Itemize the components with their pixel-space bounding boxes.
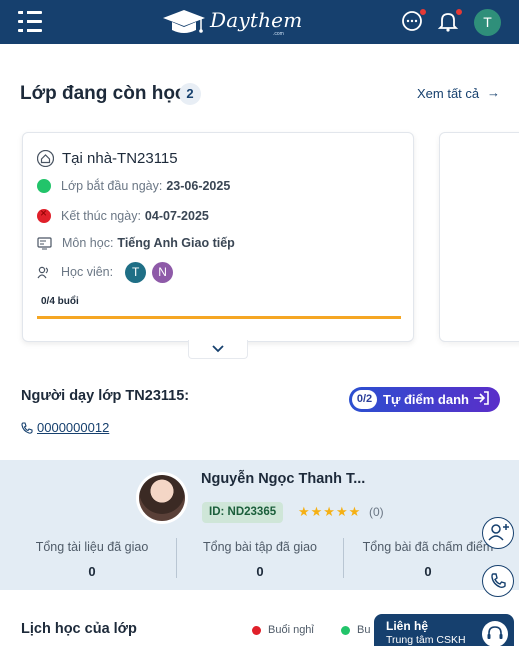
home-icon xyxy=(37,149,54,167)
stat-value: 0 xyxy=(256,564,264,579)
arrow-right-icon[interactable]: → xyxy=(487,85,500,100)
session-progress-bar xyxy=(37,316,401,319)
chat-badge xyxy=(419,8,427,16)
start-label: Lớp bắt đầu ngày: xyxy=(61,179,163,193)
teacher-avatar[interactable] xyxy=(136,472,188,524)
end-label: Kết thúc ngày: xyxy=(61,209,141,223)
session-progress-fill xyxy=(37,316,401,319)
bell-icon[interactable] xyxy=(437,8,463,34)
session-progress-text: 0/4 buổi xyxy=(41,296,79,307)
add-user-icon xyxy=(488,524,509,541)
login-arrow-icon xyxy=(474,391,489,405)
support-subtitle: Trung tâm CSKH xyxy=(386,634,466,646)
logo-sub: .com xyxy=(273,31,284,37)
stat-label: Tổng bài tập đã giao xyxy=(203,540,317,554)
class-title: Tại nhà-TN23115 xyxy=(62,149,178,167)
legend-label: Bu xyxy=(357,624,371,636)
legend-dot xyxy=(341,625,350,635)
logo-text: Daythem xyxy=(210,8,303,32)
chevron-down-icon xyxy=(212,345,224,353)
schedule-title: Lịch học của lớp xyxy=(21,621,137,637)
teacher-name: Nguyễn Ngọc Thanh T... xyxy=(201,471,366,487)
attendance-count: 0/2 xyxy=(352,390,377,409)
attendance-label: Tự điểm danh xyxy=(383,392,469,407)
end-status-icon xyxy=(37,206,51,223)
legend-item: Bu xyxy=(341,624,370,636)
rating-stars: ★★★★★ xyxy=(298,504,362,519)
start-date: 23-06-2025 xyxy=(166,179,231,193)
self-attendance-button[interactable]: 0/2 Tự điểm danh xyxy=(349,387,500,412)
see-all-link[interactable]: Xem tất cả xyxy=(417,86,479,101)
expand-button[interactable] xyxy=(188,340,248,359)
student-avatar[interactable]: T xyxy=(125,261,147,283)
graduation-cap-icon xyxy=(163,10,205,33)
headset-icon xyxy=(482,621,508,646)
call-button[interactable] xyxy=(482,565,514,597)
legend-label: Buổi nghỉ xyxy=(268,624,314,636)
students-label: Học viên: xyxy=(61,265,114,279)
phone-icon xyxy=(21,421,33,434)
menu-icon[interactable] xyxy=(18,11,42,32)
legend-item: Buổi nghỉ xyxy=(252,624,314,636)
teacher-id-badge: ID: ND23365 xyxy=(202,502,284,523)
support-title: Liên hệ xyxy=(386,619,429,633)
chat-icon[interactable] xyxy=(401,8,427,34)
notification-badge xyxy=(455,8,463,16)
stat-label: Tổng tài liệu đã giao xyxy=(35,540,149,554)
add-user-button[interactable] xyxy=(482,517,514,549)
subject-icon xyxy=(37,236,52,249)
phone-number[interactable]: 0000000012 xyxy=(37,420,109,435)
daythem-logo[interactable]: Daythem .com xyxy=(161,6,302,38)
start-status-icon xyxy=(37,179,51,193)
student-avatar[interactable]: N xyxy=(152,261,174,283)
active-classes-title: Lớp đang còn học xyxy=(20,83,186,104)
class-card[interactable]: Tại nhà-TN23115 Lớp bắt đầu ngày: 23-06-… xyxy=(22,132,414,342)
class-card-next[interactable] xyxy=(439,132,519,342)
subject-label: Môn học: xyxy=(62,236,114,250)
phone-icon xyxy=(491,573,506,589)
stat-value: 0 xyxy=(88,564,96,579)
customer-support-button[interactable]: Liên hệ Trung tâm CSKH xyxy=(374,614,514,646)
class-count-badge: 2 xyxy=(179,83,201,105)
legend-dot xyxy=(252,625,261,635)
teacher-title: Người dạy lớp TN23115: xyxy=(21,388,190,404)
stat-documents: Tổng tài liệu đã giao 0 xyxy=(7,540,177,579)
subject-value: Tiếng Anh Giao tiếp xyxy=(117,236,235,250)
review-count: (0) xyxy=(369,505,384,519)
teacher-phone[interactable]: 0000000012 xyxy=(21,420,109,435)
students-icon xyxy=(37,266,49,278)
app-header: Daythem .com T xyxy=(0,0,519,44)
user-avatar[interactable]: T xyxy=(474,9,501,36)
end-date: 04-07-2025 xyxy=(144,209,209,223)
stat-assignments: Tổng bài tập đã giao 0 xyxy=(175,540,345,579)
